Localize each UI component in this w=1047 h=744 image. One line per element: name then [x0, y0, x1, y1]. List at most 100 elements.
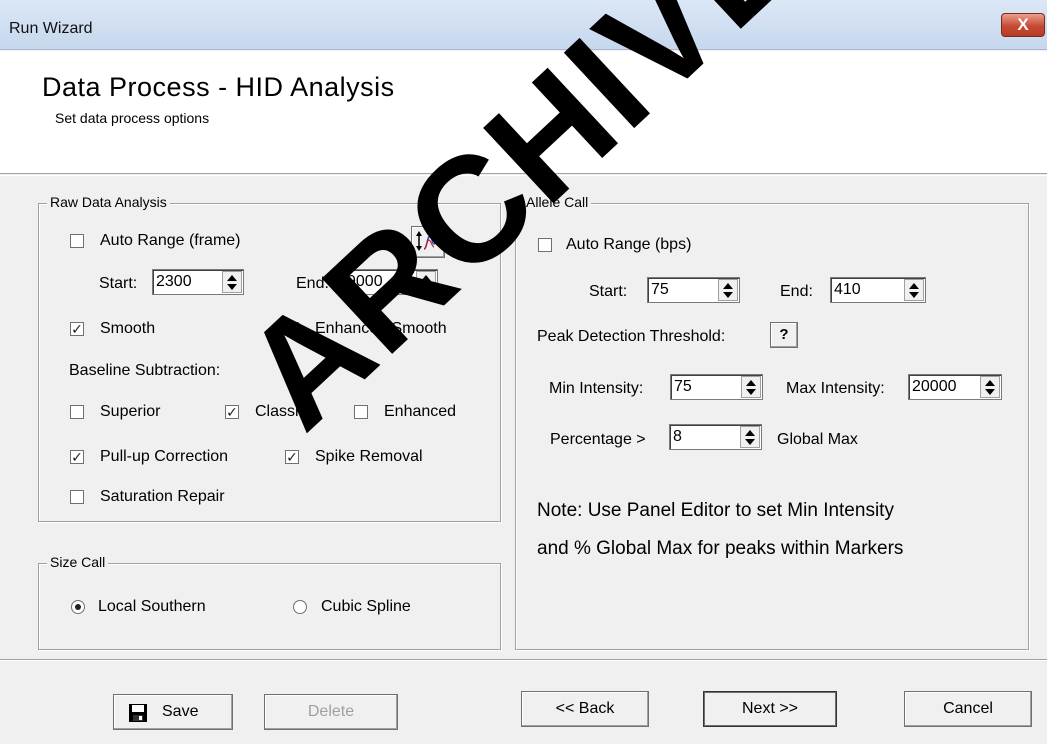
delete-label[interactable]: Delete [308, 703, 354, 720]
spin-down-icon[interactable] [909, 292, 919, 298]
raw-start-spin-arrows[interactable] [222, 271, 242, 293]
spin-down-icon[interactable] [745, 439, 755, 445]
header-divider [0, 175, 1047, 176]
percentage-label: Percentage > [550, 431, 646, 448]
pullup-correction-label[interactable]: Pull-up Correction [100, 448, 228, 466]
enhanced-smooth-label[interactable]: Enhanced Smooth [315, 320, 447, 338]
allele-start-value[interactable]: 75 [651, 281, 669, 299]
note-line-1: Note: Use Panel Editor to set Min Intens… [537, 500, 894, 521]
help-icon: ? [779, 326, 789, 343]
superior-checkbox[interactable] [70, 405, 84, 419]
footer-divider-highlight [0, 660, 1047, 661]
superior-label[interactable]: Superior [100, 403, 160, 421]
allele-start-spin-arrows[interactable] [718, 279, 738, 301]
delete-button[interactable]: Delete [264, 694, 398, 730]
raw-start-value[interactable]: 2300 [156, 273, 192, 291]
max-intensity-spin-arrows[interactable] [980, 376, 1000, 398]
spin-down-icon[interactable] [227, 284, 237, 290]
allele-end-value[interactable]: 410 [834, 281, 861, 299]
page-subtitle: Set data process options [55, 110, 210, 126]
close-button[interactable]: X [1001, 13, 1045, 37]
allele-start-label: Start: [589, 283, 628, 300]
allele-end-label: End: [780, 283, 813, 300]
allele-end-spinner[interactable]: 410 [830, 277, 926, 303]
spin-up-icon[interactable] [723, 283, 733, 289]
spin-down-icon[interactable] [421, 284, 431, 290]
min-intensity-spinner[interactable]: 75 [670, 374, 763, 400]
spike-removal-label[interactable]: Spike Removal [315, 448, 423, 466]
local-southern-radio[interactable] [71, 600, 85, 614]
wizard-header: Data Process - HID Analysis Set data pro… [0, 51, 1047, 174]
auto-range-frame-label[interactable]: Auto Range (frame) [100, 232, 241, 250]
raw-start-label: Start: [99, 275, 138, 292]
spin-up-icon[interactable] [985, 380, 995, 386]
close-icon: X [1017, 15, 1029, 34]
size-call-title: Size Call [47, 554, 109, 570]
spin-up-icon[interactable] [909, 283, 919, 289]
next-button[interactable]: Next >> [703, 691, 837, 727]
spin-down-icon[interactable] [723, 292, 733, 298]
percentage-value[interactable]: 8 [673, 428, 682, 446]
allele-start-spinner[interactable]: 75 [647, 277, 740, 303]
spin-up-icon[interactable] [745, 430, 755, 436]
allele-call-group [515, 203, 1029, 650]
auto-range-bps-label[interactable]: Auto Range (bps) [566, 236, 691, 254]
min-intensity-spin-arrows[interactable] [741, 376, 761, 398]
range-tool-button[interactable] [411, 226, 445, 258]
cancel-button[interactable]: Cancel [904, 691, 1032, 727]
next-label[interactable]: Next >> [742, 700, 798, 717]
spike-removal-checkbox[interactable]: ✓ [285, 450, 299, 464]
floppy-disk-icon [129, 704, 147, 722]
pullup-correction-checkbox[interactable]: ✓ [70, 450, 84, 464]
min-intensity-value[interactable]: 75 [674, 378, 692, 396]
raw-end-spin-arrows[interactable] [416, 271, 436, 293]
back-label[interactable]: << Back [556, 700, 615, 717]
raw-start-spinner[interactable]: 2300 [152, 269, 244, 295]
saturation-repair-checkbox[interactable] [70, 490, 84, 504]
baseline-subtraction-label: Baseline Subtraction: [69, 362, 221, 379]
local-southern-label[interactable]: Local Southern [98, 598, 206, 616]
smooth-checkbox[interactable]: ✓ [70, 322, 84, 336]
cancel-label[interactable]: Cancel [943, 700, 993, 717]
raw-end-label: End: [296, 275, 329, 292]
allele-call-title: Allele Call [523, 194, 592, 210]
enhanced-checkbox[interactable] [354, 405, 368, 419]
global-max-label: Global Max [777, 431, 858, 448]
percentage-spinner[interactable]: 8 [669, 424, 762, 450]
classic-checkbox[interactable]: ✓ [225, 405, 239, 419]
allele-end-spin-arrows[interactable] [904, 279, 924, 301]
page-title: Data Process - HID Analysis [42, 72, 395, 102]
spin-up-icon[interactable] [227, 275, 237, 281]
classic-label[interactable]: Classic [255, 403, 307, 421]
save-label[interactable]: Save [162, 695, 198, 729]
note-line-2: and % Global Max for peaks within Marker… [537, 538, 904, 559]
spin-down-icon[interactable] [746, 389, 756, 395]
window-title: Run Wizard [9, 20, 93, 37]
spin-up-icon[interactable] [746, 380, 756, 386]
peak-threshold-help-button[interactable]: ? [770, 322, 798, 348]
spin-down-icon[interactable] [985, 389, 995, 395]
raw-end-value[interactable]: 9000 [347, 273, 383, 291]
radio-dot [75, 604, 81, 610]
enhanced-smooth-checkbox[interactable] [285, 322, 299, 336]
max-intensity-value[interactable]: 20000 [912, 378, 957, 396]
percentage-spin-arrows[interactable] [740, 426, 760, 448]
enhanced-label[interactable]: Enhanced [384, 403, 456, 421]
auto-range-frame-checkbox[interactable] [70, 234, 84, 248]
max-intensity-spinner[interactable]: 20000 [908, 374, 1002, 400]
back-button[interactable]: << Back [521, 691, 649, 727]
raw-end-spinner[interactable]: 9000 [343, 269, 438, 295]
range-scale-icon [416, 231, 443, 251]
cubic-spline-label[interactable]: Cubic Spline [321, 598, 411, 616]
spin-up-icon[interactable] [421, 275, 431, 281]
max-intensity-label: Max Intensity: [786, 380, 885, 397]
raw-data-analysis-title: Raw Data Analysis [47, 194, 170, 210]
smooth-label[interactable]: Smooth [100, 320, 155, 338]
min-intensity-label: Min Intensity: [549, 380, 644, 397]
save-button[interactable]: Save [113, 694, 233, 730]
auto-range-bps-checkbox[interactable] [538, 238, 552, 252]
cubic-spline-radio[interactable] [293, 600, 307, 614]
peak-detection-threshold-label: Peak Detection Threshold: [537, 328, 726, 345]
title-bar: Run Wizard X [0, 0, 1047, 50]
saturation-repair-label[interactable]: Saturation Repair [100, 488, 225, 506]
